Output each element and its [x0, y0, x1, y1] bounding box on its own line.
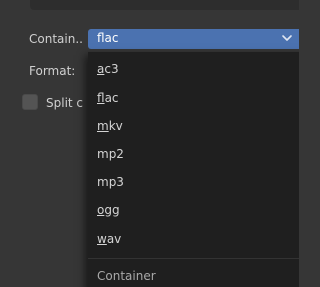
menu-title: Container: [97, 269, 156, 283]
menu-item-label: flac: [97, 91, 119, 105]
menu-item-label: ogg: [97, 203, 120, 217]
menu-item-flac[interactable]: flac: [88, 86, 299, 112]
container-selected-value: flac: [97, 31, 119, 45]
format-label: Format:: [29, 64, 76, 78]
menu-item-mp2[interactable]: mp2: [88, 142, 299, 168]
partially-visible-field[interactable]: [30, 0, 299, 10]
audio-output-panel: Contain.. flac Format: Split c ac3 flac …: [0, 0, 299, 287]
split-channels-label: Split c: [46, 96, 84, 110]
split-channels-checkbox[interactable]: [22, 94, 38, 110]
menu-item-label: mp2: [97, 147, 124, 161]
container-select[interactable]: flac: [88, 29, 299, 49]
menu-divider: [88, 258, 299, 259]
menu-item-label: wav: [97, 232, 122, 246]
menu-item-ogg[interactable]: ogg: [88, 198, 299, 224]
menu-item-mkv[interactable]: mkv: [88, 114, 299, 140]
partially-visible-row: [0, 0, 299, 10]
menu-item-ac3[interactable]: ac3: [88, 57, 299, 83]
container-dropdown-menu: ac3 flac mkv mp2 mp3 ogg wav Container: [88, 52, 299, 287]
container-label: Contain..: [29, 32, 83, 46]
menu-item-label: mkv: [97, 119, 123, 133]
menu-item-label: ac3: [97, 62, 119, 76]
menu-item-mp3[interactable]: mp3: [88, 170, 299, 196]
chevron-down-icon: [282, 35, 292, 41]
menu-item-label: mp3: [97, 175, 124, 189]
menu-item-wav[interactable]: wav: [88, 227, 299, 253]
